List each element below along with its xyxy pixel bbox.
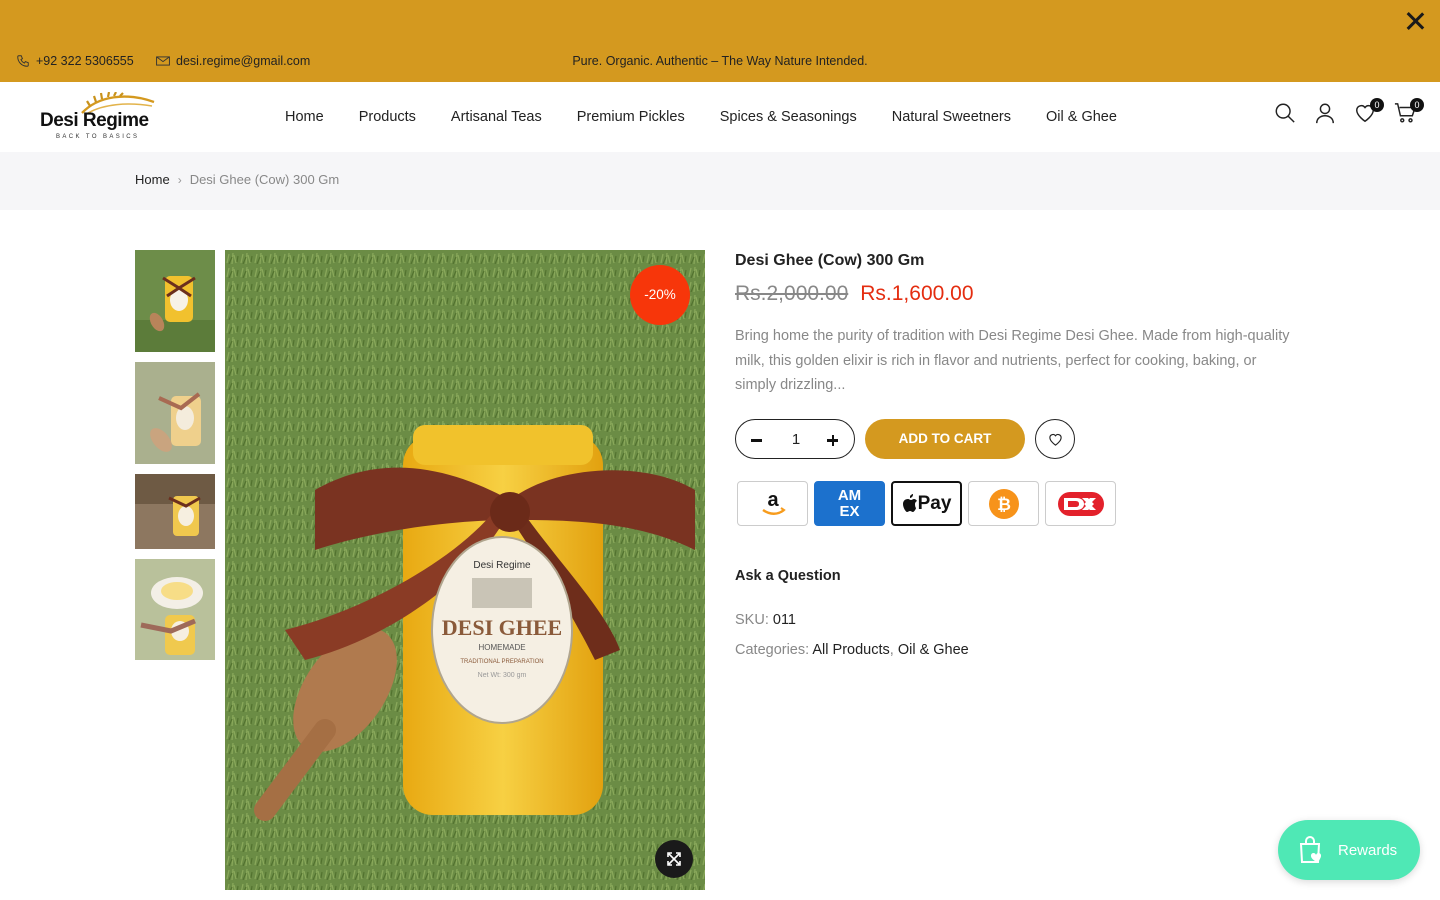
nav-oil-ghee[interactable]: Oil & Ghee (1046, 109, 1117, 125)
jar-label-subtitle: HOMEMADE (478, 643, 525, 652)
header-icons: 0 0 (1274, 98, 1424, 128)
amex-icon: AM EX (814, 481, 885, 526)
add-to-wishlist-button[interactable] (1035, 419, 1075, 459)
nav-spices-seasonings[interactable]: Spices & Seasonings (720, 109, 857, 125)
email-address: desi.regime@gmail.com (176, 54, 311, 68)
sale-badge: -20% (630, 265, 690, 325)
apple-pay-text: Pay (917, 492, 952, 514)
close-icon[interactable] (1404, 10, 1426, 32)
zoom-button[interactable] (655, 840, 693, 878)
phone-icon (17, 55, 29, 67)
category-link-oil-ghee[interactable]: Oil & Ghee (898, 642, 969, 658)
mail-icon (156, 56, 170, 66)
product-title: Desi Ghee (Cow) 300 Gm (735, 252, 925, 269)
breadcrumb-current: Desi Ghee (Cow) 300 Gm (189, 172, 340, 187)
search-icon (1275, 103, 1295, 123)
cart-button[interactable]: 0 (1394, 98, 1424, 128)
jar-label-note: TRADITIONAL PREPARATION (460, 659, 543, 665)
product-main-image[interactable]: Desi Regime DESI GHEE HOMEMADE TRADITION… (225, 250, 705, 890)
rewards-launcher[interactable]: Rewards (1278, 820, 1420, 880)
amazon-pay-icon: a (737, 481, 808, 526)
main-nav: Home Products Artisanal Teas Premium Pic… (285, 82, 1117, 152)
quantity-stepper (735, 419, 855, 459)
account-button[interactable] (1314, 102, 1338, 128)
nav-premium-pickles[interactable]: Premium Pickles (577, 109, 685, 125)
thumbnail-2[interactable] (135, 362, 215, 464)
payment-methods: a AM EX Pay ₿ (737, 481, 1116, 526)
tagline-text: Pure. Organic. Authentic – The Way Natur… (572, 54, 868, 68)
breadcrumb-home[interactable]: Home (135, 172, 170, 187)
ask-question-link[interactable]: Ask a Question (735, 568, 841, 584)
svg-text:₿: ₿ (997, 495, 1011, 514)
wishlist-count-badge: 0 (1370, 98, 1384, 112)
purchase-actions: ADD TO CART (735, 419, 1295, 459)
announcement-bar: +92 322 5306555 desi.regime@gmail.com Pu… (0, 0, 1440, 82)
heart-icon (1048, 433, 1062, 446)
shopping-bag-heart-icon (1299, 836, 1322, 863)
dankort-icon (1045, 481, 1116, 526)
thumbnail-3[interactable] (135, 474, 215, 549)
sku-row: SKU: 011 (735, 612, 796, 628)
thumbnail-1[interactable] (135, 250, 215, 352)
jar-label-weight: Net Wt: 300 gm (478, 672, 527, 679)
logo-text: Desi Regime (40, 110, 149, 131)
nav-natural-sweetners[interactable]: Natural Sweetners (892, 109, 1011, 125)
contact-email[interactable]: desi.regime@gmail.com (156, 54, 310, 68)
search-button[interactable] (1274, 102, 1298, 128)
rewards-label: Rewards (1338, 841, 1398, 859)
wishlist-button[interactable]: 0 (1354, 98, 1384, 128)
thumbnail-4[interactable] (135, 559, 215, 660)
categories-label: Categories: (735, 642, 810, 658)
phone-number: +92 322 5306555 (36, 54, 134, 68)
category-link-all-products[interactable]: All Products (812, 642, 889, 658)
site-logo[interactable]: Desi Regime BACK TO BASICS (40, 92, 158, 142)
breadcrumb-separator: › (177, 172, 182, 187)
product-info: Desi Ghee (Cow) 300 Gm Rs.2,000.00 Rs.1,… (735, 250, 1315, 658)
increase-quantity-button[interactable] (822, 429, 844, 451)
logo-tagline: BACK TO BASICS (56, 134, 140, 140)
sale-price: Rs.1,600.00 (860, 282, 974, 305)
amex-text-line2: EX (839, 502, 860, 520)
apple-pay-icon: Pay (891, 481, 962, 526)
nav-home[interactable]: Home (285, 109, 324, 125)
amex-text-line1: AM (837, 486, 862, 504)
bitcoin-icon: ₿ (968, 481, 1039, 526)
price-block: Rs.2,000.00 Rs.1,600.00 (735, 282, 1315, 306)
jar-label-brand: Desi Regime (473, 560, 531, 571)
contact-phone[interactable]: +92 322 5306555 (16, 54, 134, 68)
cart-count-badge: 0 (1410, 98, 1424, 112)
add-to-cart-button[interactable]: ADD TO CART (865, 419, 1025, 459)
quantity-input[interactable] (776, 428, 816, 450)
jar-label-title: DESI GHEE (442, 615, 562, 640)
decrease-quantity-button[interactable] (746, 429, 768, 451)
categories-row: Categories: All Products, Oil & Ghee (735, 642, 969, 658)
svg-text:a: a (767, 490, 779, 511)
breadcrumb: Home › Desi Ghee (Cow) 300 Gm (0, 152, 1440, 210)
sku-label: SKU: (735, 612, 769, 628)
nav-artisanal-teas[interactable]: Artisanal Teas (451, 109, 542, 125)
product-description: Bring home the purity of tradition with … (735, 328, 1290, 393)
original-price: Rs.2,000.00 (735, 282, 849, 305)
site-header: Desi Regime BACK TO BASICS Home Products… (0, 82, 1440, 152)
user-icon (1316, 103, 1334, 124)
expand-icon (667, 852, 681, 866)
sku-value: 011 (772, 612, 796, 628)
nav-products[interactable]: Products (359, 109, 416, 125)
